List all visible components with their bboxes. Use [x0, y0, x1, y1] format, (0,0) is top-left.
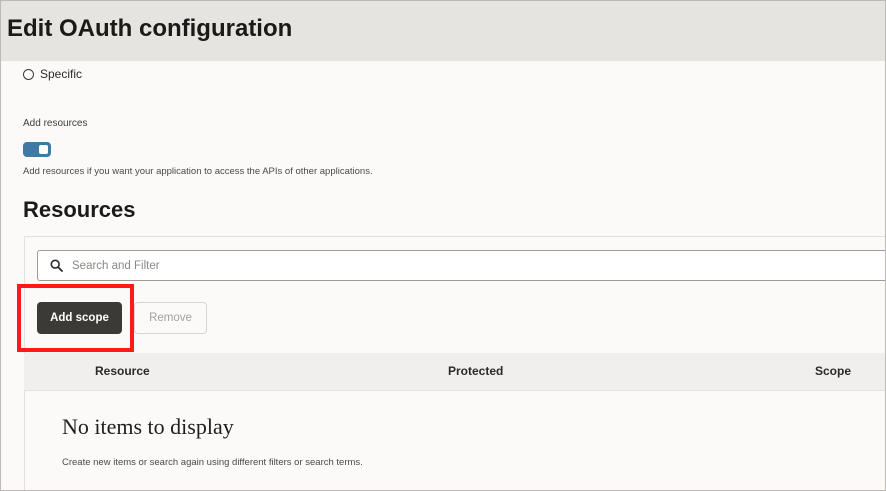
column-header-scope[interactable]: Scope	[815, 364, 851, 378]
radio-button-icon[interactable]	[23, 68, 34, 80]
page-title: Edit OAuth configuration	[7, 15, 293, 42]
remove-button[interactable]: Remove	[134, 302, 207, 334]
add-resources-label: Add resources	[23, 118, 88, 129]
add-resources-toggle[interactable]	[23, 142, 51, 157]
column-header-protected[interactable]: Protected	[448, 364, 503, 378]
resources-table-header: Resource Protected Scope	[24, 353, 885, 391]
add-scope-highlight-box	[17, 284, 134, 352]
resources-section-title: Resources	[23, 197, 136, 222]
empty-state-title: No items to display	[62, 414, 234, 439]
search-and-filter-box[interactable]	[37, 250, 885, 281]
toggle-knob	[39, 145, 48, 154]
search-input[interactable]	[72, 259, 832, 272]
add-resources-helper-text: Add resources if you want your applicati…	[23, 166, 373, 177]
page-header: Edit OAuth configuration	[1, 1, 885, 61]
search-icon	[48, 258, 64, 274]
specific-radio-option[interactable]: Specific	[23, 67, 82, 81]
empty-state-subtitle: Create new items or search again using d…	[62, 457, 363, 468]
column-header-resource[interactable]: Resource	[95, 364, 150, 378]
edit-oauth-page: Edit OAuth configuration Specific Add re…	[0, 0, 886, 491]
specific-radio-label: Specific	[40, 67, 83, 81]
